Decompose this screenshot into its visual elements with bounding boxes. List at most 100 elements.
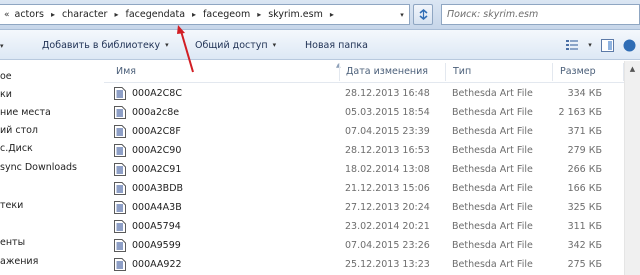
nav-item[interactable]: ий стол <box>0 123 38 139</box>
file-name: 000A5794 <box>132 221 181 232</box>
file-icon <box>114 182 126 195</box>
file-name: 000a2c8e <box>132 107 180 118</box>
add-to-library-button[interactable]: Добавить в библиотеку ▾ <box>36 34 175 56</box>
file-size: 325 КБ <box>567 202 602 213</box>
file-size: 311 КБ <box>567 221 602 232</box>
file-date: 21.12.2013 15:06 <box>345 183 430 194</box>
command-bar: ▾ Добавить в библиотеку ▾ Общий доступ ▾… <box>0 30 640 60</box>
chevron-down-icon: ▾ <box>588 41 592 49</box>
breadcrumb-separator-icon[interactable]: ▸ <box>188 10 200 19</box>
refresh-icon <box>418 8 428 21</box>
address-bar-row: « actors ▸ character ▸ facegendata ▸ fac… <box>0 0 640 30</box>
file-row[interactable]: 000A2C91 18.02.2014 13:08 Bethesda Art F… <box>104 160 624 179</box>
change-view-button[interactable] <box>562 34 584 56</box>
column-date-modified[interactable]: Дата изменения <box>338 61 446 83</box>
file-type: Bethesda Art File <box>452 145 533 156</box>
file-size: 2 163 КБ <box>558 107 602 118</box>
breadcrumb-facegendata[interactable]: facegendata <box>122 5 188 24</box>
file-name: 000A3BDB <box>132 183 184 194</box>
file-date: 07.04.2015 23:26 <box>345 240 430 251</box>
file-row[interactable]: 000a2c8e 05.03.2015 18:54 Bethesda Art F… <box>104 103 624 122</box>
file-name: 000A2C90 <box>132 145 182 156</box>
file-row[interactable]: 000A5794 23.02.2014 20:21 Bethesda Art F… <box>104 217 624 236</box>
file-row[interactable]: 000A2C8F 07.04.2015 23:39 Bethesda Art F… <box>104 122 624 141</box>
file-row[interactable]: 000A3BDB 21.12.2013 15:06 Bethesda Art F… <box>104 179 624 198</box>
path-overflow-chevron[interactable]: « <box>0 10 12 20</box>
nav-item[interactable]: ки <box>0 87 12 103</box>
search-input[interactable] <box>442 5 639 24</box>
file-date: 05.03.2015 18:54 <box>345 107 430 118</box>
view-controls: ▾ <box>562 34 640 56</box>
address-bar[interactable]: « actors ▸ character ▸ facegendata ▸ fac… <box>0 4 410 25</box>
help-button[interactable] <box>618 34 640 56</box>
breadcrumb-facegeom[interactable]: facegeom <box>200 5 253 24</box>
nav-item[interactable]: sync Downloads <box>0 160 77 176</box>
help-icon <box>623 39 635 51</box>
file-row[interactable]: 000A9599 07.04.2015 23:26 Bethesda Art F… <box>104 236 624 255</box>
file-size: 279 КБ <box>567 145 602 156</box>
address-history-dropdown-icon[interactable]: ▾ <box>395 5 409 24</box>
preview-pane-button[interactable] <box>596 34 618 56</box>
file-size: 166 КБ <box>567 183 602 194</box>
file-icon <box>114 220 126 233</box>
breadcrumb-character[interactable]: character <box>59 5 111 24</box>
file-date: 28.12.2013 16:48 <box>345 88 430 99</box>
file-name: 000A9599 <box>132 240 181 251</box>
column-type[interactable]: Тип <box>445 61 551 83</box>
file-row[interactable]: 000AA922 25.12.2013 13:23 Bethesda Art F… <box>104 255 624 274</box>
file-date: 28.12.2013 16:53 <box>345 145 430 156</box>
column-header: ▲ Имя Дата изменения Тип Размер <box>104 61 640 83</box>
file-type: Bethesda Art File <box>452 259 533 270</box>
file-icon <box>114 239 126 252</box>
file-icon <box>114 125 126 138</box>
file-icon <box>114 87 126 100</box>
file-date: 25.12.2013 13:23 <box>345 259 430 270</box>
breadcrumb-separator-icon[interactable]: ▸ <box>326 10 338 19</box>
file-name: 000A4A3B <box>132 202 182 213</box>
file-row[interactable]: 000A2C8C 28.12.2013 16:48 Bethesda Art F… <box>104 84 624 103</box>
vertical-scrollbar[interactable]: ▲ <box>624 61 640 275</box>
file-date: 27.12.2013 20:24 <box>345 202 430 213</box>
details-view-icon <box>566 40 578 50</box>
breadcrumb-separator-icon[interactable]: ▸ <box>47 10 59 19</box>
scroll-up-icon[interactable]: ▲ <box>625 61 640 77</box>
search-box[interactable] <box>441 4 640 25</box>
breadcrumb-separator-icon[interactable]: ▸ <box>253 10 265 19</box>
add-to-library-label: Добавить в библиотеку <box>42 39 161 51</box>
file-date: 18.02.2014 13:08 <box>345 164 430 175</box>
file-type: Bethesda Art File <box>452 107 533 118</box>
file-type: Bethesda Art File <box>452 202 533 213</box>
organize-dropdown-arrow-icon[interactable]: ▾ <box>0 42 4 50</box>
file-row[interactable]: 000A4A3B 27.12.2013 20:24 Bethesda Art F… <box>104 198 624 217</box>
breadcrumb-skyrim-esm[interactable]: skyrim.esm <box>265 5 326 24</box>
share-button[interactable]: Общий доступ ▾ <box>189 34 282 56</box>
preview-pane-icon <box>600 38 614 52</box>
file-type: Bethesda Art File <box>452 126 533 137</box>
chevron-down-icon: ▾ <box>272 41 277 49</box>
nav-item[interactable]: енты <box>0 235 25 251</box>
column-size[interactable]: Размер <box>552 61 624 83</box>
new-folder-label: Новая папка <box>305 39 368 51</box>
file-icon <box>114 163 126 176</box>
file-size: 275 КБ <box>567 259 602 270</box>
nav-item[interactable]: ажения <box>0 254 38 270</box>
nav-item[interactable]: с.Диск <box>0 141 33 157</box>
file-size: 371 КБ <box>567 126 602 137</box>
file-row[interactable]: 000A2C90 28.12.2013 16:53 Bethesda Art F… <box>104 141 624 160</box>
file-type: Bethesda Art File <box>452 183 533 194</box>
nav-item[interactable]: теки <box>0 198 23 214</box>
share-label: Общий доступ <box>195 39 268 51</box>
file-list: 000A2C8C 28.12.2013 16:48 Bethesda Art F… <box>104 84 624 275</box>
file-name: 000A2C8C <box>132 88 182 99</box>
view-dropdown-button[interactable]: ▾ <box>584 34 596 56</box>
nav-item[interactable]: ние места <box>0 105 51 121</box>
new-folder-button[interactable]: Новая папка <box>299 34 374 56</box>
file-size: 266 КБ <box>567 164 602 175</box>
file-type: Bethesda Art File <box>452 240 533 251</box>
breadcrumb-separator-icon[interactable]: ▸ <box>110 10 122 19</box>
column-name[interactable]: Имя <box>108 61 338 83</box>
nav-item[interactable]: ое <box>0 69 12 85</box>
file-size: 334 КБ <box>567 88 602 99</box>
breadcrumb-actors[interactable]: actors <box>12 5 47 24</box>
refresh-button[interactable] <box>413 4 433 25</box>
